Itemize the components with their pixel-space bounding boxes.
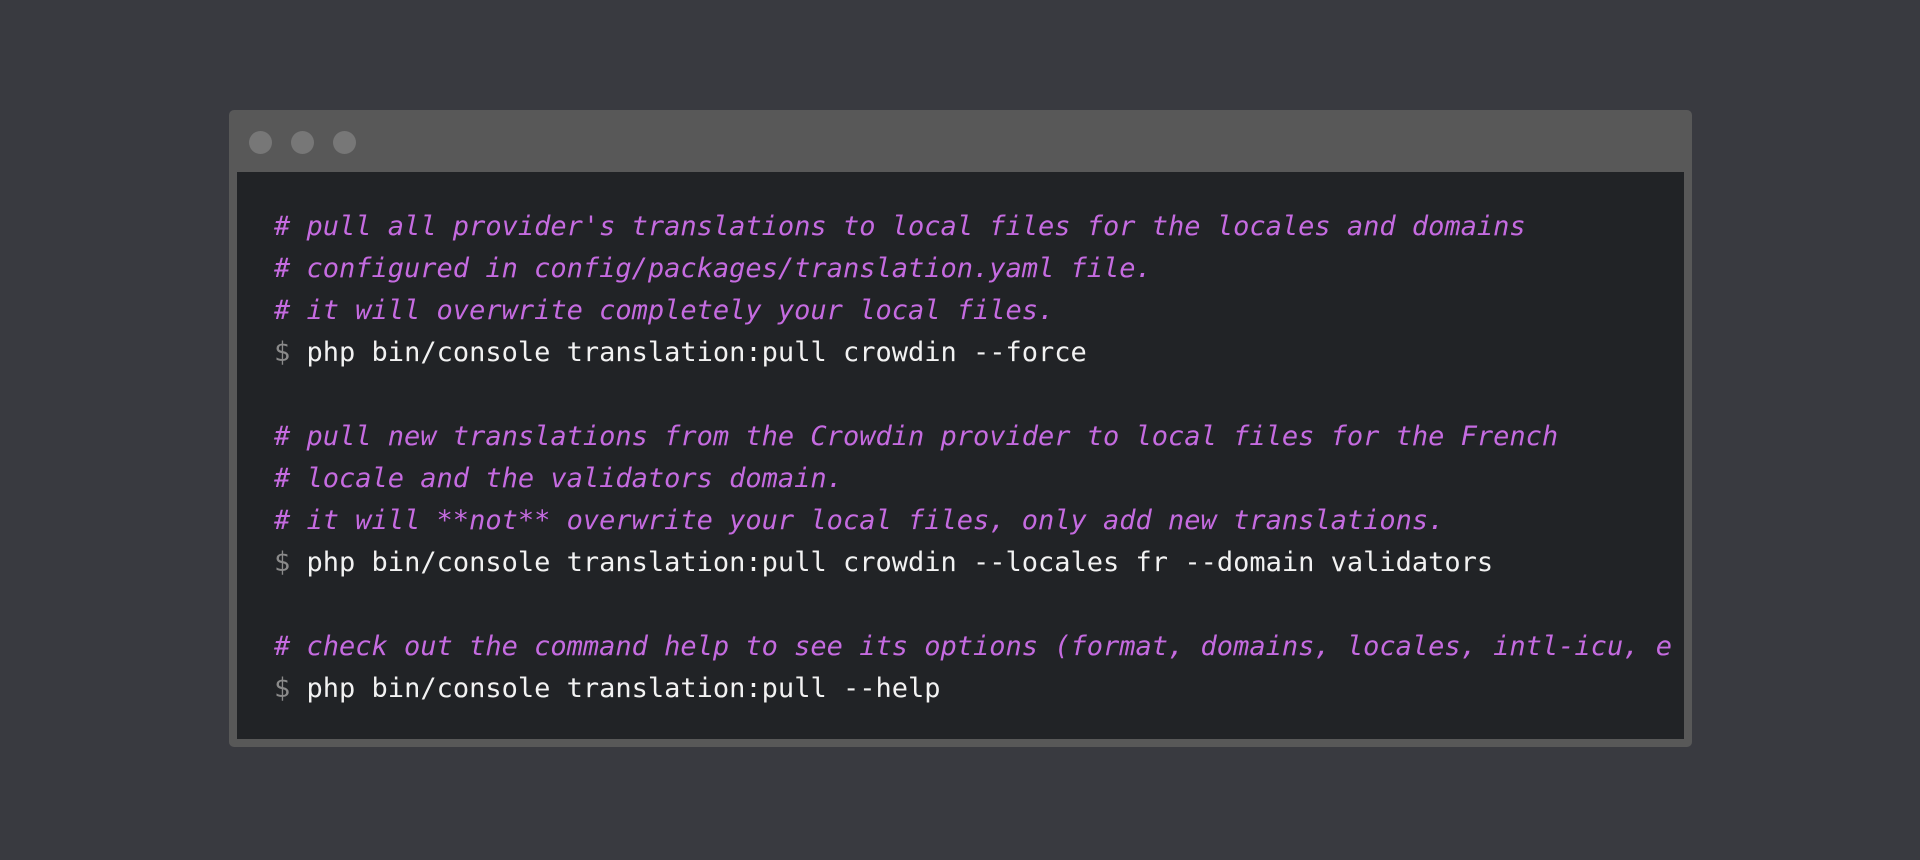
- terminal-line: # it will **not** overwrite your local f…: [274, 500, 1684, 542]
- terminal-line: $ php bin/console translation:pull crowd…: [274, 332, 1684, 374]
- shell-command: php bin/console translation:pull crowdin…: [306, 547, 1494, 578]
- prompt-symbol: $: [274, 547, 291, 578]
- code-comment: # it will overwrite completely your loca…: [274, 295, 1055, 326]
- prompt-symbol: $: [274, 337, 291, 368]
- window-zoom-dot-icon[interactable]: [333, 131, 356, 154]
- terminal-line: # configured in config/packages/translat…: [274, 248, 1684, 290]
- terminal-line: # check out the command help to see its …: [274, 626, 1684, 668]
- prompt-symbol: $: [274, 673, 291, 704]
- code-comment: # locale and the validators domain.: [274, 463, 843, 494]
- code-comment: # pull new translations from the Crowdin…: [274, 421, 1559, 452]
- terminal-line: $ php bin/console translation:pull --hel…: [274, 668, 1684, 710]
- code-comment: # it will **not** overwrite your local f…: [274, 505, 1445, 536]
- terminal-line: # locale and the validators domain.: [274, 458, 1684, 500]
- window-minimize-dot-icon[interactable]: [291, 131, 314, 154]
- terminal-window: # pull all provider's translations to lo…: [229, 110, 1692, 747]
- shell-command: php bin/console translation:pull --help: [306, 673, 941, 704]
- terminal-content[interactable]: # pull all provider's translations to lo…: [237, 172, 1684, 739]
- terminal-line: $ php bin/console translation:pull crowd…: [274, 542, 1684, 584]
- terminal-line: # it will overwrite completely your loca…: [274, 290, 1684, 332]
- code-comment: # configured in config/packages/translat…: [274, 253, 1152, 284]
- code-comment: # pull all provider's translations to lo…: [274, 211, 1526, 242]
- window-titlebar: [229, 110, 1692, 172]
- shell-command: php bin/console translation:pull crowdin…: [306, 337, 1087, 368]
- terminal-line: # pull new translations from the Crowdin…: [274, 416, 1684, 458]
- code-comment: # check out the command help to see its …: [274, 631, 1672, 662]
- terminal-line: # pull all provider's translations to lo…: [274, 206, 1684, 248]
- window-close-dot-icon[interactable]: [249, 131, 272, 154]
